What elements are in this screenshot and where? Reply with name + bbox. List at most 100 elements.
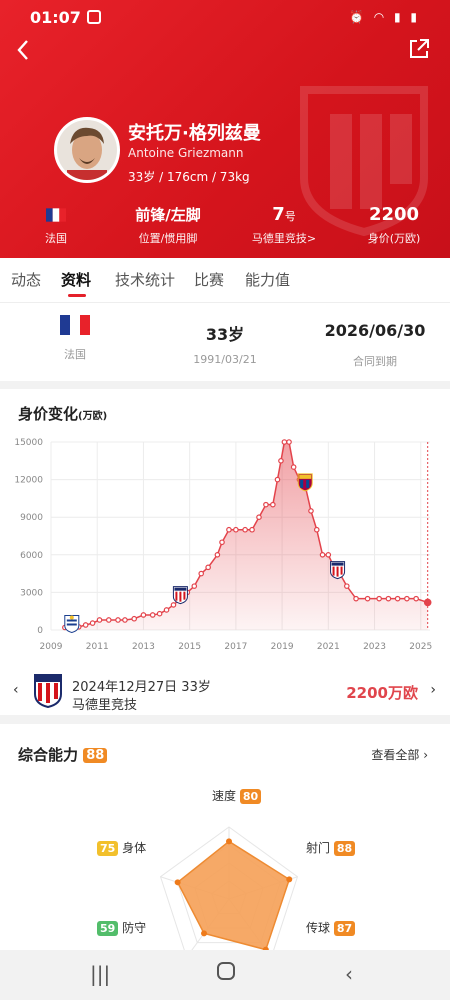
ability-label-shooting: 射门 88 — [306, 839, 356, 856]
share-button[interactable] — [408, 38, 430, 60]
value-point — [140, 612, 147, 618]
atletico-crest-icon — [172, 586, 188, 605]
ability-card: 综合能力 88 查看全部 › 速度 80 射门 88 传球 87 59 防守 7… — [0, 724, 450, 950]
value-point — [170, 602, 177, 608]
player-meta: 33岁 / 176cm / 73kg — [128, 170, 250, 184]
x-tick-label: 2009 — [40, 642, 63, 652]
value-point — [325, 552, 332, 558]
value-point — [270, 501, 276, 508]
system-nav-bar: ||| ‹ — [0, 950, 450, 1000]
tab-profile[interactable]: 资料 — [61, 269, 91, 290]
value-point — [233, 526, 239, 533]
radar-value-point — [286, 876, 293, 883]
value-point — [313, 526, 320, 533]
value-point — [385, 595, 392, 602]
x-tick-label: 2021 — [317, 642, 340, 652]
record-date: 2024年12月27日 33岁 — [72, 680, 211, 695]
player-stats: 法国 前锋/左脚 位置/惯用脚 7号 马德里竞技> 2200 身价(万欧) — [0, 204, 450, 252]
value-point — [242, 526, 248, 533]
value-point — [214, 552, 221, 558]
next-arrow-icon[interactable]: › — [430, 682, 436, 698]
home-button[interactable] — [216, 961, 236, 986]
basic-info-row: 法国 33岁 1991/03/21 2026/06/30 合同到期 — [0, 303, 450, 381]
ability-label-defense: 59 防守 — [97, 919, 146, 936]
y-tick-label: 15000 — [14, 438, 43, 448]
value-point — [105, 617, 112, 623]
tab-ability[interactable]: 能力值 — [245, 269, 290, 290]
y-tick-label: 12000 — [14, 476, 43, 486]
x-tick-label: 2015 — [178, 642, 201, 652]
france-flag-icon — [60, 315, 90, 335]
value-point — [353, 595, 359, 602]
france-flag-icon — [46, 208, 66, 222]
tab-news[interactable]: 动态 — [11, 269, 41, 290]
recent-apps-button[interactable]: ||| — [90, 962, 110, 986]
value-point — [205, 564, 211, 571]
tab-matches[interactable]: 比赛 — [194, 269, 224, 290]
active-tab-indicator — [68, 294, 86, 297]
value-point — [364, 595, 371, 602]
radar-value-point — [226, 838, 232, 845]
back-button[interactable] — [16, 38, 30, 68]
x-tick-label: 2023 — [363, 642, 386, 652]
value-point — [96, 617, 103, 623]
market-value-card: 身价变化(万欧) 0 3000 6000 9000 12000 15000 2009 2011… — [0, 389, 450, 715]
status-bar: 01:07 ⏰ ◠ ▮ ▮ — [30, 6, 420, 28]
value-point — [163, 607, 170, 613]
value-point — [376, 595, 382, 602]
value-area — [64, 442, 428, 630]
info-contract: 2026/06/30 合同到期 — [324, 321, 426, 368]
player-name: 安托万·格列兹曼 — [128, 123, 261, 144]
info-nationality: 法国 — [45, 303, 105, 362]
x-tick-label: 2013 — [132, 642, 155, 652]
tab-stats[interactable]: 技术统计 — [115, 269, 175, 290]
home-icon — [217, 962, 235, 980]
value-point — [344, 583, 350, 589]
value-point — [82, 622, 89, 628]
value-point — [274, 476, 281, 483]
radar-value-point — [201, 930, 208, 937]
barcelona-crest-icon — [297, 473, 313, 492]
ability-label-speed: 速度 80 — [212, 787, 262, 804]
player-name-english: Antoine Griezmann — [128, 146, 244, 160]
value-point — [226, 526, 232, 533]
x-tick-label: 2011 — [86, 642, 109, 652]
ability-radar-chart — [159, 826, 299, 950]
market-value-chart[interactable]: 0 3000 6000 9000 12000 15000 2009 2011 2013 2015 2… — [0, 427, 450, 697]
x-tick-label: 2019 — [271, 642, 294, 652]
player-header: 01:07 ⏰ ◠ ▮ ▮ 安托万·格列兹曼 Antoine Griezmann… — [0, 0, 450, 258]
record-value: 2200万欧 — [346, 684, 418, 702]
value-point — [115, 617, 121, 623]
value-point — [281, 439, 288, 445]
value-point — [278, 457, 284, 464]
x-tick-label: 2025 — [409, 642, 432, 652]
value-point — [149, 612, 156, 618]
value-point — [122, 617, 128, 623]
value-point — [286, 439, 292, 445]
real-sociedad-crest-icon — [64, 614, 80, 634]
market-value-title: 身价变化(万欧) — [18, 405, 108, 423]
y-tick-label: 3000 — [20, 588, 43, 598]
radar-value-point — [174, 879, 181, 886]
value-point — [198, 570, 205, 577]
value-point — [156, 610, 163, 617]
ability-label-physical: 75 身体 — [97, 839, 146, 856]
value-point — [394, 595, 401, 602]
y-tick-label: 0 — [37, 626, 43, 636]
stat-nationality: 法国 — [36, 204, 76, 246]
value-point — [89, 620, 96, 626]
value-point — [256, 514, 262, 521]
value-point — [413, 595, 419, 602]
tab-bar: 动态 资料 技术统计 比赛 能力值 — [0, 258, 450, 303]
player-avatar — [54, 117, 120, 183]
stat-club[interactable]: 7号 马德里竞技> — [244, 204, 324, 246]
prev-arrow-icon[interactable]: ‹ — [13, 682, 19, 698]
value-point — [290, 464, 297, 470]
value-point — [131, 615, 137, 622]
status-time: 01:07 — [30, 7, 81, 27]
back-nav-button[interactable]: ‹ — [345, 962, 353, 986]
value-point — [404, 595, 410, 602]
value-record-row: ‹ 2024年12月27日 33岁 马德里竞技 2200万欧 › — [0, 672, 450, 713]
stat-market-value: 2200 身价(万欧) — [367, 204, 421, 245]
value-point — [319, 552, 326, 558]
